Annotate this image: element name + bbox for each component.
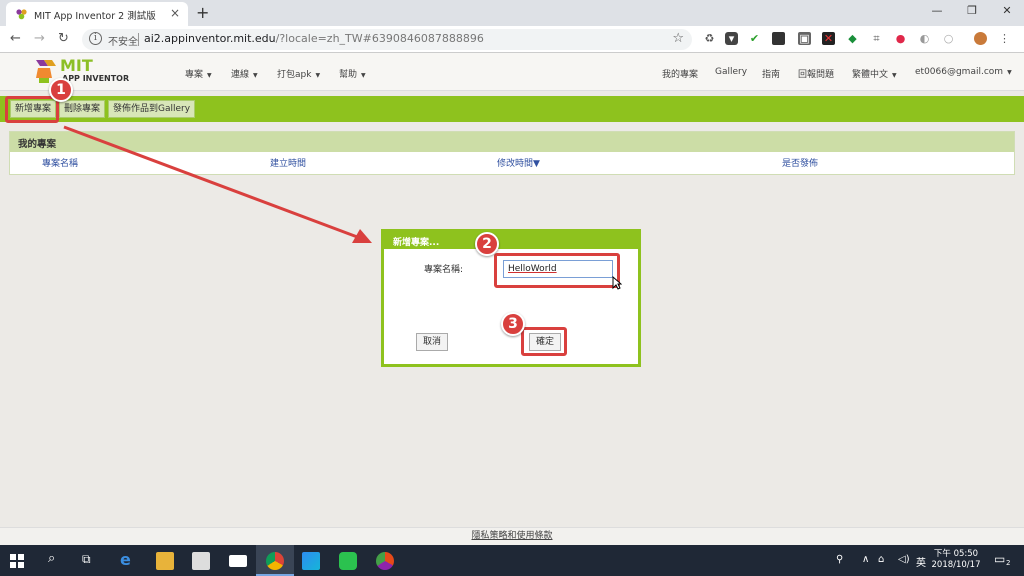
volume-icon[interactable]: ◁): [898, 554, 910, 565]
step-badge-1: 1: [49, 78, 73, 102]
edge-icon[interactable]: e: [120, 550, 138, 569]
tray-chevron-icon[interactable]: ∧: [862, 554, 869, 565]
privacy-terms-link[interactable]: 隱私策略和使用條款: [471, 531, 552, 541]
highlight-name-input: [494, 253, 620, 288]
app-icon[interactable]: [376, 552, 394, 570]
highlight-new-project: [5, 96, 59, 123]
clock-date: 2018/10/17: [931, 560, 981, 570]
mouse-cursor-icon: [612, 276, 622, 290]
system-clock[interactable]: 下午 05:50 2018/10/17: [928, 549, 984, 571]
cancel-button[interactable]: 取消: [416, 333, 449, 351]
dialog-title: 新增專案...: [384, 232, 638, 249]
clock-time: 下午 05:50: [933, 549, 979, 559]
line-icon[interactable]: [339, 552, 357, 570]
mail-icon[interactable]: [229, 555, 247, 567]
project-name-label: 專案名稱:: [424, 265, 464, 275]
store-icon[interactable]: [192, 552, 210, 570]
step-badge-3: 3: [501, 312, 525, 336]
network-icon[interactable]: ⌂: [878, 554, 884, 565]
step-badge-2: 2: [475, 232, 499, 256]
search-icon[interactable]: ⌕: [48, 551, 55, 566]
play-icon[interactable]: [302, 552, 320, 570]
chrome-icon[interactable]: [266, 552, 284, 570]
highlight-ok-button: [521, 327, 567, 356]
windows-start-icon[interactable]: [10, 554, 24, 568]
notification-count: 2: [1006, 559, 1011, 567]
ime-indicator[interactable]: 英: [916, 554, 926, 569]
windows-taskbar: ⌕ ⧉ e ⚲ ∧ ⌂ ◁) 英 下午 05:50 2018/10/17 ▭ 2: [0, 545, 1024, 576]
page-footer: 隱私策略和使用條款: [0, 527, 1024, 545]
file-explorer-icon[interactable]: [156, 552, 174, 570]
people-icon[interactable]: ⚲: [836, 554, 843, 565]
new-project-dialog: 新增專案... 專案名稱: 取消 確定: [381, 229, 641, 367]
notification-icon[interactable]: ▭: [994, 552, 1005, 566]
task-view-icon[interactable]: ⧉: [82, 552, 91, 567]
